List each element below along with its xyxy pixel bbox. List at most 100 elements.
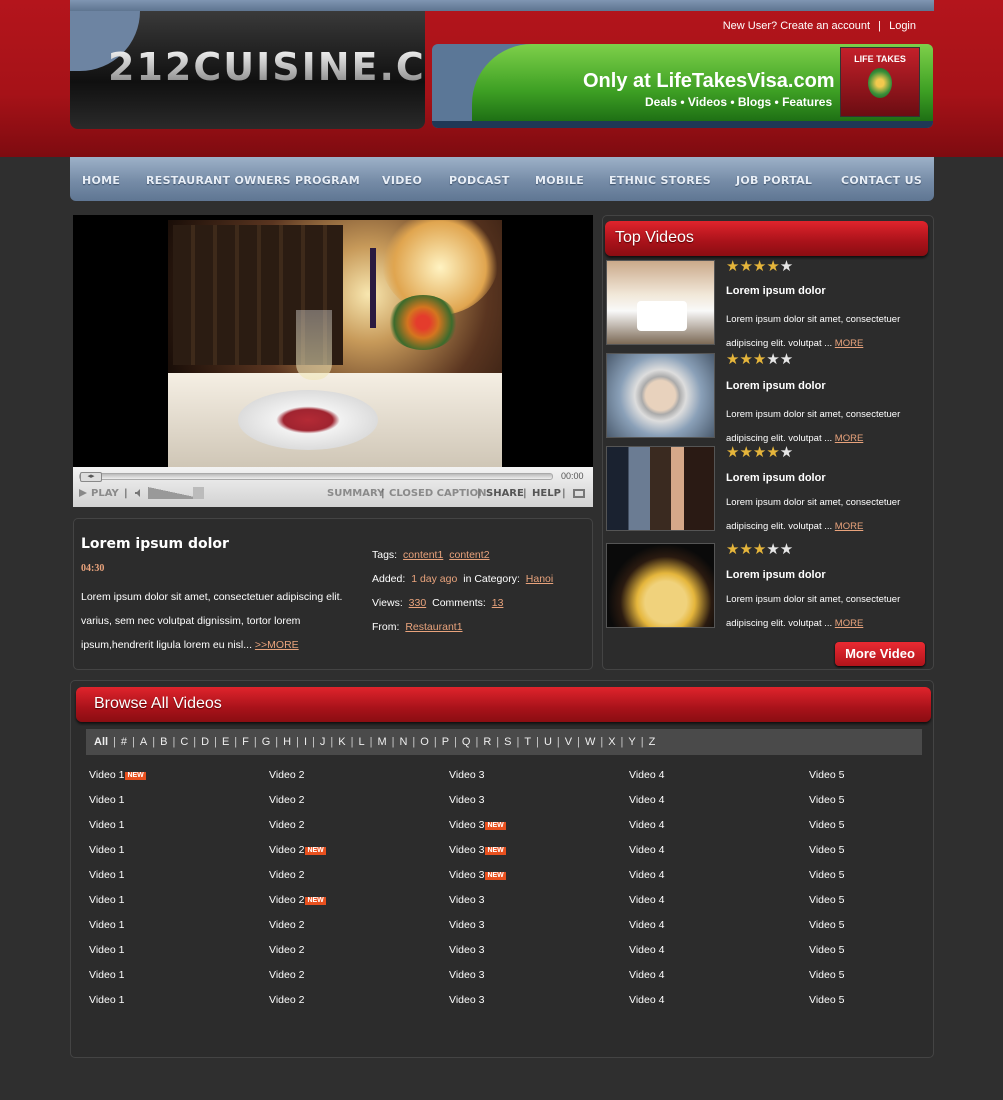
video-link[interactable]: Video 2 bbox=[269, 994, 304, 1006]
nav-item-podcast[interactable]: PODCAST bbox=[449, 174, 510, 187]
closed-caption-button[interactable]: CLOSED CAPTION bbox=[389, 488, 487, 499]
video-link[interactable]: Video 1 bbox=[89, 919, 124, 931]
video-thumbnail[interactable] bbox=[606, 353, 715, 438]
volume-slider-handle[interactable] bbox=[193, 487, 204, 499]
from-link[interactable]: Restaurant1 bbox=[405, 621, 462, 633]
video-link[interactable]: Video 5 bbox=[809, 844, 844, 856]
top-video-item[interactable]: ★★★★★ Lorem ipsum dolor Lorem ipsum dolo… bbox=[606, 352, 926, 444]
video-link[interactable]: Video 1 bbox=[89, 944, 124, 956]
letter-filter-y[interactable]: Y bbox=[628, 736, 635, 748]
nav-item-video[interactable]: VIDEO bbox=[382, 174, 422, 187]
video-link[interactable]: Video 5 bbox=[809, 819, 844, 831]
top-video-more-link[interactable]: MORE bbox=[835, 338, 864, 349]
letter-filter-b[interactable]: B bbox=[160, 736, 167, 748]
letter-filter-all[interactable]: All bbox=[94, 736, 108, 748]
play-icon[interactable] bbox=[79, 489, 87, 497]
play-button[interactable]: PLAY bbox=[91, 488, 119, 499]
letter-filter-c[interactable]: C bbox=[180, 736, 188, 748]
video-link[interactable]: Video 3 bbox=[449, 994, 484, 1006]
nav-item-mobile[interactable]: MOBILE bbox=[535, 174, 584, 187]
letter-filter-w[interactable]: W bbox=[585, 736, 595, 748]
video-link[interactable]: Video 4 bbox=[629, 944, 664, 956]
letter-filter-p[interactable]: P bbox=[442, 736, 449, 748]
letter-filter-l[interactable]: L bbox=[358, 736, 364, 748]
video-link[interactable]: Video 1 bbox=[89, 794, 124, 806]
video-link[interactable]: Video 3 bbox=[449, 919, 484, 931]
nav-item-restaurant-owners-program[interactable]: RESTAURANT OWNERS PROGRAM bbox=[146, 174, 360, 187]
letter-filter-u[interactable]: U bbox=[544, 736, 552, 748]
top-video-item[interactable]: ★★★★★ Lorem ipsum dolor Lorem ipsum dolo… bbox=[606, 445, 926, 534]
top-video-title[interactable]: Lorem ipsum dolor bbox=[726, 380, 826, 392]
seek-bar[interactable]: ◂▸ bbox=[79, 472, 553, 482]
video-link[interactable]: Video 4 bbox=[629, 844, 664, 856]
video-link[interactable]: Video 3 NEW bbox=[449, 819, 506, 831]
video-link[interactable]: Video 5 bbox=[809, 944, 844, 956]
video-link[interactable]: Video 3 bbox=[449, 769, 484, 781]
volume-icon[interactable] bbox=[135, 489, 143, 497]
video-link[interactable]: Video 1 bbox=[89, 994, 124, 1006]
video-link[interactable]: Video 1 NEW bbox=[89, 769, 146, 781]
video-link[interactable]: Video 2 bbox=[269, 869, 304, 881]
video-thumbnail[interactable] bbox=[606, 446, 715, 531]
letter-filter-hash[interactable]: # bbox=[121, 736, 127, 748]
fullscreen-icon[interactable] bbox=[573, 489, 585, 498]
tag-link[interactable]: content1 bbox=[403, 549, 443, 561]
letter-filter-a[interactable]: A bbox=[140, 736, 147, 748]
video-player[interactable] bbox=[73, 215, 593, 507]
letter-filter-r[interactable]: R bbox=[483, 736, 491, 748]
video-link[interactable]: Video 5 bbox=[809, 969, 844, 981]
letter-filter-i[interactable]: I bbox=[304, 736, 307, 748]
video-link[interactable]: Video 5 bbox=[809, 794, 844, 806]
summary-button[interactable]: SUMMARY bbox=[327, 488, 384, 499]
create-account-link[interactable]: New User? Create an account bbox=[723, 20, 870, 32]
video-link[interactable]: Video 2 bbox=[269, 919, 304, 931]
video-link[interactable]: Video 2 bbox=[269, 944, 304, 956]
video-link[interactable]: Video 1 bbox=[89, 819, 124, 831]
letter-filter-g[interactable]: G bbox=[262, 736, 271, 748]
video-link[interactable]: Video 2 bbox=[269, 794, 304, 806]
more-link[interactable]: >>MORE bbox=[255, 639, 299, 651]
letter-filter-z[interactable]: Z bbox=[649, 736, 656, 748]
tag-link[interactable]: content2 bbox=[449, 549, 489, 561]
video-link[interactable]: Video 5 bbox=[809, 894, 844, 906]
video-link[interactable]: Video 4 bbox=[629, 794, 664, 806]
video-link[interactable]: Video 1 bbox=[89, 894, 124, 906]
video-link[interactable]: Video 4 bbox=[629, 969, 664, 981]
top-video-title[interactable]: Lorem ipsum dolor bbox=[726, 569, 826, 581]
video-link[interactable]: Video 3 bbox=[449, 969, 484, 981]
video-link[interactable]: Video 4 bbox=[629, 894, 664, 906]
logo[interactable]: 212CUISINE.COM bbox=[70, 11, 425, 129]
video-link[interactable]: Video 4 bbox=[629, 869, 664, 881]
video-link[interactable]: Video 2 NEW bbox=[269, 844, 326, 856]
video-link[interactable]: Video 5 bbox=[809, 919, 844, 931]
top-video-title[interactable]: Lorem ipsum dolor bbox=[726, 472, 826, 484]
help-button[interactable]: HELP bbox=[532, 488, 561, 499]
video-link[interactable]: Video 3 bbox=[449, 944, 484, 956]
video-link[interactable]: Video 5 bbox=[809, 769, 844, 781]
nav-item-contact-us[interactable]: CONTACT US bbox=[841, 174, 922, 187]
video-link[interactable]: Video 4 bbox=[629, 769, 664, 781]
video-link[interactable]: Video 4 bbox=[629, 994, 664, 1006]
nav-item-job-portal[interactable]: JOB PORTAL bbox=[736, 174, 812, 187]
nav-item-ethnic-stores[interactable]: ETHNIC STORES bbox=[609, 174, 711, 187]
video-link[interactable]: Video 2 bbox=[269, 969, 304, 981]
ad-banner[interactable]: Only at LifeTakesVisa.com Deals • Videos… bbox=[432, 44, 933, 128]
seek-handle[interactable]: ◂▸ bbox=[80, 472, 102, 482]
login-link[interactable]: Login bbox=[889, 20, 916, 32]
video-link[interactable]: Video 2 bbox=[269, 819, 304, 831]
top-video-more-link[interactable]: MORE bbox=[835, 521, 864, 532]
letter-filter-k[interactable]: K bbox=[338, 736, 345, 748]
letter-filter-m[interactable]: M bbox=[377, 736, 386, 748]
top-video-more-link[interactable]: MORE bbox=[835, 433, 864, 444]
letter-filter-s[interactable]: S bbox=[504, 736, 511, 748]
letter-filter-f[interactable]: F bbox=[242, 736, 249, 748]
letter-filter-v[interactable]: V bbox=[565, 736, 572, 748]
letter-filter-o[interactable]: O bbox=[420, 736, 429, 748]
share-button[interactable]: SHARE bbox=[486, 488, 524, 499]
video-link[interactable]: Video 4 bbox=[629, 919, 664, 931]
top-video-item[interactable]: ★★★★★ Lorem ipsum dolor Lorem ipsum dolo… bbox=[606, 542, 926, 631]
video-frame-image[interactable] bbox=[168, 220, 502, 468]
top-video-item[interactable]: ★★★★★ Lorem ipsum dolor Lorem ipsum dolo… bbox=[606, 259, 926, 349]
views-value[interactable]: 330 bbox=[409, 597, 427, 609]
video-link[interactable]: Video 3 NEW bbox=[449, 869, 506, 881]
